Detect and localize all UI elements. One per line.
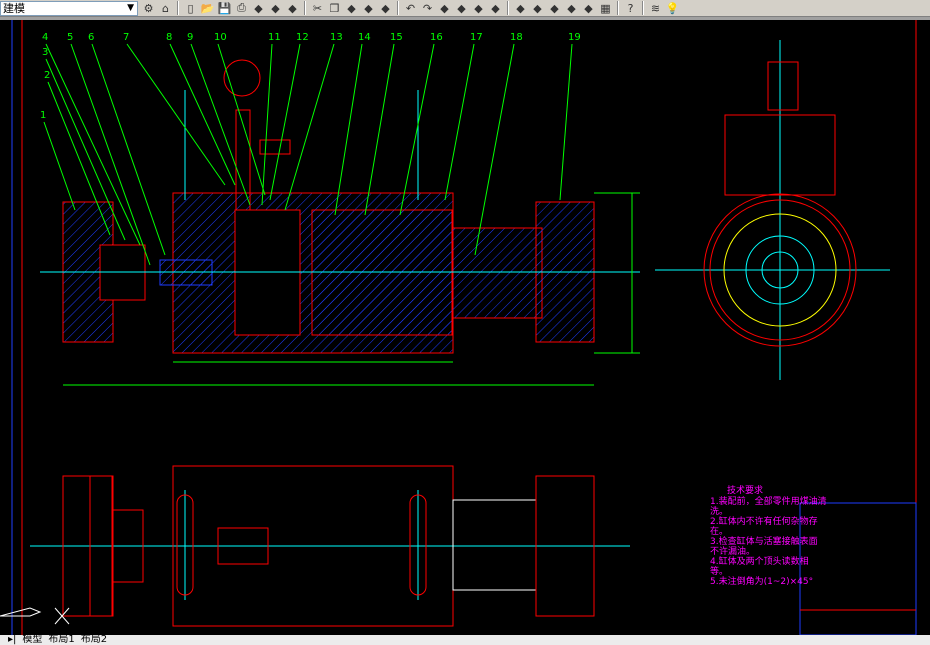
tech-requirement-line: 4.缸体及两个顶头读数相: [710, 555, 809, 567]
chevron-down-icon: ▼: [127, 2, 134, 13]
new-icon[interactable]: ▯: [182, 1, 199, 16]
part-number: 11: [268, 32, 281, 43]
part-number: 19: [568, 32, 581, 43]
zoom-realtime-icon[interactable]: ◆: [453, 1, 470, 16]
tech-requirement-line: 不许漏油。: [710, 545, 755, 557]
part-number: 17: [470, 32, 483, 43]
part-number: 8: [166, 32, 172, 43]
pan-icon[interactable]: ◆: [436, 1, 453, 16]
tech-requirement-line: 2.缸体内不许有任何杂物存: [710, 515, 818, 527]
properties-icon[interactable]: ◆: [512, 1, 529, 16]
redo-icon[interactable]: ↷: [419, 1, 436, 16]
leader-line: [444, 43, 475, 201]
leader-line: [269, 43, 301, 201]
part-number: 15: [390, 32, 403, 43]
gear-icon[interactable]: ⚙: [140, 1, 157, 16]
part-number: 1: [40, 110, 46, 121]
leader-line: [217, 43, 266, 196]
part-number: 7: [123, 32, 129, 43]
leader-line: [474, 43, 515, 256]
layers-icon[interactable]: ≋: [647, 1, 664, 16]
leader-line: [559, 43, 573, 201]
workspace-dropdown[interactable]: 建模 ▼: [0, 0, 138, 16]
tab-nav-icon[interactable]: ▸|: [8, 635, 16, 645]
leader-line: [190, 43, 251, 206]
print-icon[interactable]: ⎙: [233, 1, 250, 16]
toolbar-separator: [177, 1, 179, 15]
part-number: 4: [42, 32, 48, 43]
tool-palette-icon[interactable]: ◆: [546, 1, 563, 16]
part-number: 12: [296, 32, 309, 43]
part-number: 10: [214, 32, 227, 43]
open-icon[interactable]: 📂: [199, 1, 216, 16]
leader-line: [284, 43, 335, 211]
toolbar-separator: [617, 1, 619, 15]
save-icon[interactable]: 💾: [216, 1, 233, 16]
tech-requirement-line: 在。: [710, 525, 728, 537]
zoom-previous-icon[interactable]: ◆: [487, 1, 504, 16]
standard-toolbar: 建模 ▼ ⚙ ⌂ ▯ 📂 💾 ⎙ ◆ ◆ ◆ ✂ ❐ ◆ ◆ ◆ ↶ ↷ ◆ ◆ ◆ ◆ ◆ ◆ ◆ ◆ ◆ ▦? ≋ 💡: [0, 0, 930, 17]
tab-layout2[interactable]: 布局2: [81, 635, 107, 645]
leader-line: [43, 121, 76, 211]
preview-icon[interactable]: ◆: [250, 1, 267, 16]
part-number: 3: [42, 47, 48, 58]
technical-requirements: 技术要求 1.装配前，全部零件用煤油清洗。2.缸体内不许有任何杂物存在。3.检查…: [710, 484, 827, 587]
leader-line: [261, 43, 273, 206]
part-number: 16: [430, 32, 443, 43]
leader-line: [126, 43, 226, 186]
brush-icon[interactable]: ◆: [360, 1, 377, 16]
leader-line: [169, 43, 236, 186]
drawing-canvas[interactable]: 1234 5 6 7 8 9 10 11 12 13 14 15 16 17 18 19 技术要求 1.装配前…: [0, 20, 930, 635]
part-number: 14: [358, 32, 371, 43]
part-number: 2: [44, 70, 50, 81]
part-number: 13: [330, 32, 343, 43]
part-number: 6: [88, 32, 94, 43]
home-icon[interactable]: ⌂: [157, 1, 174, 16]
markup-icon[interactable]: ◆: [580, 1, 597, 16]
copy-icon[interactable]: ❐: [326, 1, 343, 16]
tech-requirement-line: 等。: [710, 565, 728, 577]
part-number: 9: [187, 32, 193, 43]
toolbar-separator: [397, 1, 399, 15]
zoom-window-icon[interactable]: ◆: [470, 1, 487, 16]
tech-requirement-line: 1.装配前，全部零件用煤油清: [710, 495, 827, 507]
cut-icon[interactable]: ✂: [309, 1, 326, 16]
match-icon[interactable]: ◆: [377, 1, 394, 16]
leader-line: [334, 43, 363, 216]
help-icon[interactable]: ?: [622, 1, 639, 16]
tech-title: 技术要求: [727, 484, 763, 496]
centerlines: [30, 40, 890, 600]
ucs-icon: [0, 607, 70, 625]
sheet-set-icon[interactable]: ◆: [563, 1, 580, 16]
toolbar-separator: [507, 1, 509, 15]
leader-line: [364, 43, 395, 216]
layout-tabs: ▸| 模型 布局1 布局2: [0, 635, 930, 645]
3d-icon[interactable]: ◆: [284, 1, 301, 16]
toolbar-separator: [304, 1, 306, 15]
leader-line: [399, 43, 435, 216]
design-center-icon[interactable]: ◆: [529, 1, 546, 16]
tech-requirement-line: 3.检查缸体与活塞接触表面: [710, 535, 818, 547]
toolbar-separator: [642, 1, 644, 15]
tab-layout1[interactable]: 布局1: [48, 635, 74, 645]
bulb-icon[interactable]: 💡: [664, 1, 681, 16]
publish-icon[interactable]: ◆: [267, 1, 284, 16]
tech-requirement-line: 洗。: [710, 505, 728, 517]
front-view: [62, 59, 595, 354]
part-number: 18: [510, 32, 523, 43]
tech-requirement-line: 5.未注倒角为(1~2)×45°: [710, 575, 813, 587]
paste-icon[interactable]: ◆: [343, 1, 360, 16]
calculator-icon[interactable]: ▦: [597, 1, 614, 16]
part-number: 5: [67, 32, 73, 43]
tab-model[interactable]: 模型: [22, 635, 42, 645]
undo-icon[interactable]: ↶: [402, 1, 419, 16]
